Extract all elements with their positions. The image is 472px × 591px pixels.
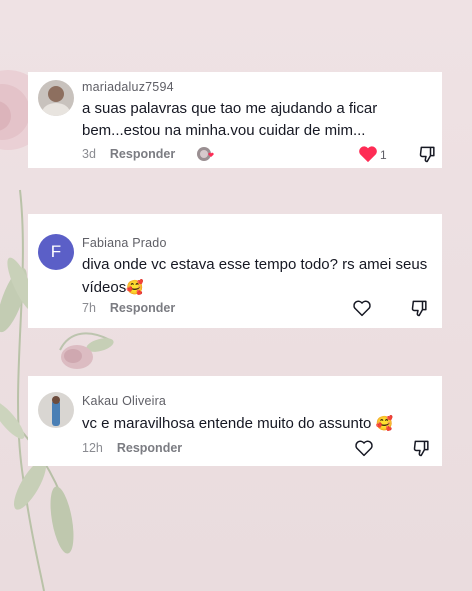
username[interactable]: Fabiana Prado: [82, 236, 167, 250]
comment-card: F Fabiana Prado diva onde vc estava esse…: [28, 214, 442, 328]
like-count: 1: [380, 148, 387, 162]
reply-button[interactable]: Responder: [117, 441, 182, 455]
comment-text: vc e maravilhosa entende muito do assunt…: [82, 412, 432, 435]
heart-filled-icon[interactable]: [358, 145, 378, 168]
username[interactable]: Kakau Oliveira: [82, 394, 166, 408]
creator-liked-badge-icon: [196, 145, 216, 168]
comment-card: mariadaluz7594 a suas palavras que tao m…: [28, 72, 442, 168]
reply-button[interactable]: Responder: [110, 301, 175, 315]
comment-text: diva onde vc estava esse tempo todo? rs …: [82, 254, 432, 299]
avatar-letter: F: [50, 242, 62, 261]
comment-meta: 7h Responder: [82, 301, 175, 315]
avatar-photo-icon: [38, 392, 74, 428]
heart-outline-icon[interactable]: [354, 439, 374, 462]
thumbs-down-icon[interactable]: [412, 438, 432, 463]
reply-button[interactable]: Responder: [110, 147, 175, 161]
thumbs-down-icon[interactable]: [410, 298, 430, 323]
comment-age: 12h: [82, 441, 103, 455]
comment-meta: 3d Responder: [82, 147, 175, 161]
username[interactable]: mariadaluz7594: [82, 80, 174, 94]
comment-text: a suas palavras que tao me ajudando a fi…: [82, 100, 378, 139]
smiling-hearts-emoji: 🥰: [375, 415, 393, 431]
avatar-photo-icon: [38, 80, 74, 116]
user-avatar[interactable]: F: [38, 234, 74, 270]
comment-age: 3d: [82, 147, 96, 161]
user-avatar[interactable]: [38, 80, 74, 116]
comment-card: Kakau Oliveira vc e maravilhosa entende …: [28, 376, 442, 466]
comment-age: 7h: [82, 301, 96, 315]
comment-meta: 12h Responder: [82, 441, 182, 455]
thumbs-down-icon[interactable]: [418, 144, 438, 169]
comment-body: vc e maravilhosa entende muito do assunt…: [82, 415, 372, 432]
user-avatar[interactable]: [38, 392, 74, 428]
smiling-hearts-emoji: 🥰: [126, 279, 144, 295]
heart-outline-icon[interactable]: [352, 299, 372, 322]
